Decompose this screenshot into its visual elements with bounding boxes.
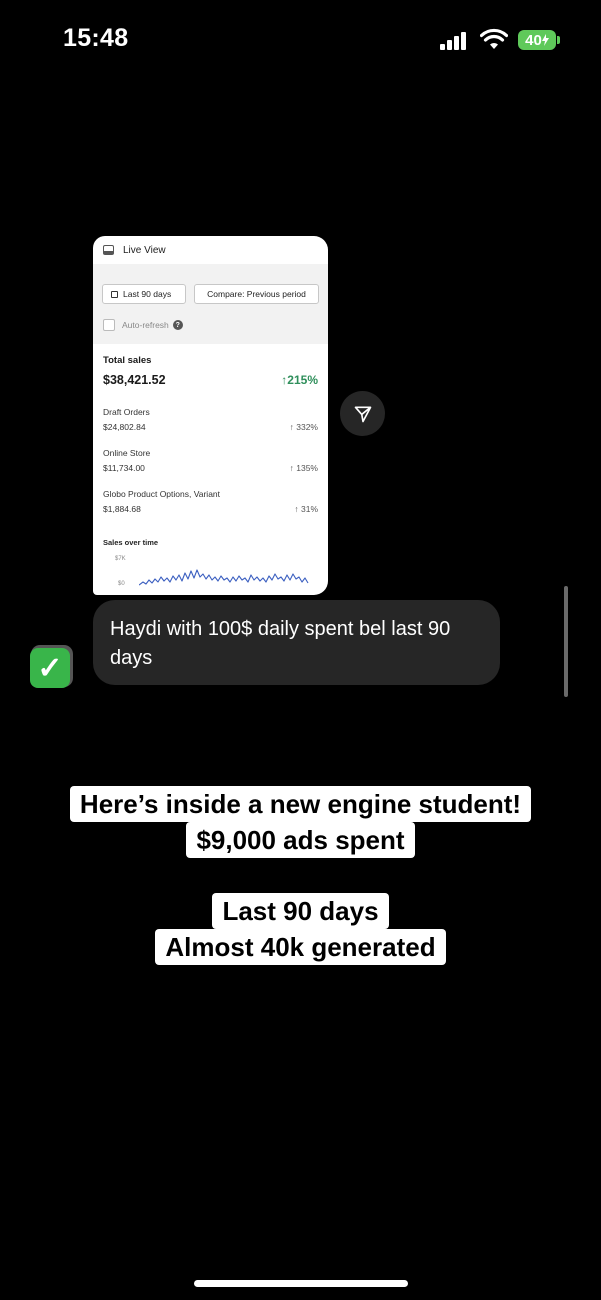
globo-value: $1,884.68	[103, 504, 141, 514]
filter-bar: Last 90 days Compare: Previous period Au…	[93, 264, 328, 344]
caption-line-4: Almost 40k generated	[0, 929, 601, 965]
auto-refresh-label: Auto-refresh	[122, 320, 169, 330]
draft-orders-row: $24,802.84 ↑ 332%	[103, 422, 318, 432]
date-range-pill: Last 90 days	[102, 284, 186, 304]
auto-refresh-checkbox	[103, 319, 115, 331]
auto-refresh: Auto-refresh ?	[103, 319, 183, 331]
sales-sparkline	[139, 569, 309, 586]
charging-bolt-icon	[541, 34, 549, 46]
message-bubble[interactable]: Haydi with 100$ daily spent bel last 90 …	[93, 600, 500, 685]
home-indicator[interactable]	[194, 1280, 408, 1287]
help-icon: ?	[172, 320, 183, 330]
send-icon	[354, 406, 371, 422]
y-axis-bottom-label: $0	[118, 581, 125, 587]
draft-orders-label: Draft Orders	[103, 407, 150, 417]
y-axis-top-label: $7K	[115, 556, 126, 562]
online-store-label: Online Store	[103, 448, 151, 458]
online-store-value: $11,734.00	[103, 463, 145, 473]
caption-line-2: $9,000 ads spent	[0, 822, 601, 858]
battery-tip	[557, 36, 560, 44]
cellular-signal-icon	[440, 30, 466, 50]
total-sales-label: Total sales	[103, 355, 152, 366]
check-mark-icon: ✓	[30, 648, 70, 688]
calendar-icon	[111, 290, 118, 298]
live-view-title: Live View	[123, 244, 166, 256]
reaction-emoji: ✓	[37, 651, 63, 685]
share-button[interactable]	[340, 391, 385, 436]
online-store-change: ↑ 135%	[289, 463, 318, 473]
status-time: 15:48	[63, 24, 129, 52]
caption-line-3: Last 90 days	[0, 893, 601, 929]
total-sales-change: ↑215%	[281, 373, 318, 387]
battery-level: 40	[525, 31, 542, 49]
compare-pill: Compare: Previous period	[194, 284, 319, 304]
message-text: Haydi with 100$ daily spent bel last 90 …	[110, 618, 451, 669]
battery-indicator: 40	[518, 30, 556, 50]
caption-line-1: Here’s inside a new engine student!	[0, 786, 601, 822]
globo-label: Globo Product Options, Variant	[103, 489, 221, 499]
scrollbar[interactable]	[564, 586, 568, 697]
total-sales-value: $38,421.52	[103, 373, 166, 387]
globo-row: $1,884.68 ↑ 31%	[103, 504, 318, 514]
draft-orders-value: $24,802.84	[103, 422, 146, 432]
total-sales-row: $38,421.52 ↑215%	[103, 373, 318, 387]
globo-change: ↑ 31%	[294, 504, 318, 514]
draft-orders-change: ↑ 332%	[289, 422, 318, 432]
live-view-icon	[103, 245, 114, 255]
date-range-label: Last 90 days	[123, 289, 172, 299]
sales-over-time-title: Sales over time	[103, 538, 159, 547]
online-store-row: $11,734.00 ↑ 135%	[103, 463, 318, 473]
wifi-icon	[480, 28, 508, 49]
compare-label: Compare: Previous period	[207, 289, 306, 299]
live-view-header: Live View	[93, 236, 328, 264]
shared-post-card[interactable]: Live View Last 90 days Compare: Previous…	[93, 236, 328, 595]
